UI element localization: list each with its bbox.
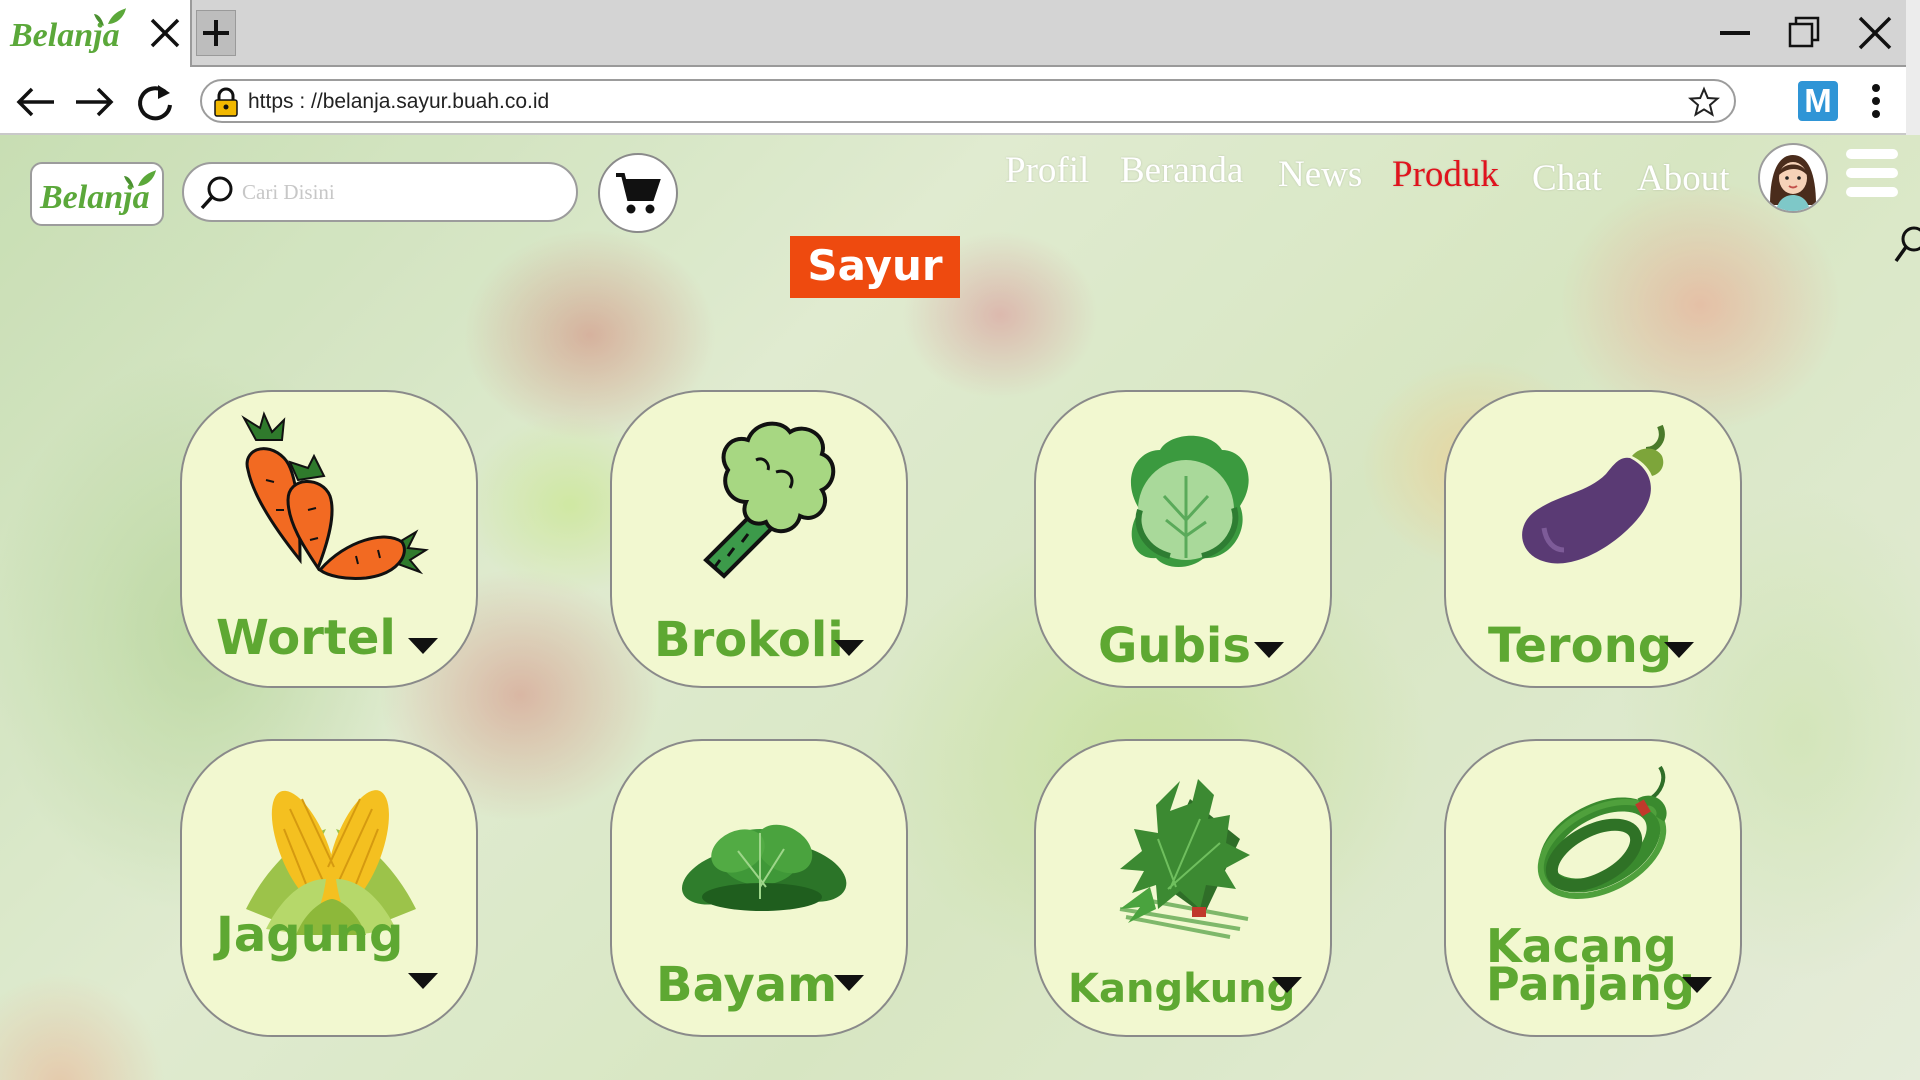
product-card-bayam[interactable]: Bayam [610,739,908,1037]
chevron-down-icon[interactable] [834,640,864,656]
product-card-kangkung[interactable]: Kangkung [1034,739,1332,1037]
minimize-icon[interactable] [1716,14,1754,52]
eggplant-icon [1522,424,1665,564]
avatar[interactable] [1758,143,1828,213]
nav-profil[interactable]: Profil [1005,149,1089,192]
chevron-down-icon[interactable] [1254,642,1284,658]
browser-tab-active[interactable]: Belanja [0,0,192,67]
cabbage-icon [1130,435,1249,567]
lock-icon [214,87,238,117]
nav-about[interactable]: About [1637,157,1730,200]
site-logo[interactable]: Belanja [30,162,164,226]
chevron-down-icon[interactable] [1664,642,1694,658]
spinach-icon [682,824,847,911]
menu-dots-icon[interactable] [1864,81,1888,121]
chevron-down-icon[interactable] [408,973,438,989]
search-input[interactable] [242,174,562,210]
product-card-jagung[interactable]: Jagung [180,739,478,1037]
browser-tab-bar: Belanja [0,0,1920,67]
chevron-down-icon[interactable] [834,975,864,991]
search-icon[interactable] [1890,223,1920,267]
card-label-wortel: Wortel [216,610,396,666]
card-label-jagung: Jagung [216,907,404,963]
chevron-down-icon[interactable] [408,638,438,654]
hamburger-menu-icon[interactable] [1846,149,1898,197]
section-title: Sayur [790,236,960,298]
bookmark-star-icon[interactable] [1688,86,1720,118]
window-edge [1906,0,1920,135]
carrot-icon [241,411,429,580]
product-card-brokoli[interactable]: Brokoli [610,390,908,688]
extension-m-button[interactable]: M [1798,81,1838,121]
chevron-down-icon[interactable] [1272,977,1302,993]
belanja-tab-logo-icon: Belanja [9,8,126,54]
water-spinach-icon [1119,779,1250,939]
svg-text:Belanja: Belanja [39,179,150,216]
back-arrow-icon[interactable] [14,81,58,123]
card-label-terong: Terong [1488,618,1673,674]
broccoli-icon [703,421,836,579]
product-card-gubis[interactable]: Gubis [1034,390,1332,688]
plus-icon [203,20,229,46]
product-card-terong[interactable]: Terong [1444,390,1742,688]
tab-close-icon[interactable] [148,16,182,50]
card-label-bayam: Bayam [656,957,838,1013]
nav-produk[interactable]: Produk [1392,153,1499,196]
card-label-gubis: Gubis [1098,618,1251,674]
product-card-wortel[interactable]: Wortel [180,390,478,688]
browser-toolbar: https : //belanja.sayur.buah.co.id M [0,67,1920,135]
user-avatar-icon [1770,155,1816,211]
card-label-brokoli: Brokoli [654,612,844,668]
shopping-cart-icon [616,173,661,214]
new-tab-button[interactable] [196,10,236,56]
card-label-kangkung: Kangkung [1068,966,1296,1012]
search-icon[interactable] [198,174,236,212]
search-box [182,162,578,222]
restore-icon[interactable] [1786,14,1824,52]
chevron-down-icon[interactable] [1682,977,1712,993]
reload-icon[interactable] [134,81,178,123]
page-background: Belanja Profil Beranda News Produk Chat … [0,135,1920,1080]
belanja-logo-icon: Belanja [39,170,156,216]
nav-chat[interactable]: Chat [1532,157,1602,200]
svg-text:Belanja: Belanja [9,17,120,54]
url-text[interactable]: https : //belanja.sayur.buah.co.id [248,90,549,114]
cart-button[interactable] [598,153,678,233]
forward-arrow-icon[interactable] [72,81,116,123]
long-bean-icon [1537,765,1667,899]
card-label-panjang: Panjang [1486,957,1695,1011]
address-bar[interactable]: https : //belanja.sayur.buah.co.id [200,79,1736,123]
nav-beranda[interactable]: Beranda [1120,149,1243,192]
nav-news[interactable]: News [1278,153,1362,196]
window-close-icon[interactable] [1856,14,1894,52]
product-card-kacang-panjang[interactable]: Kacang Panjang [1444,739,1742,1037]
